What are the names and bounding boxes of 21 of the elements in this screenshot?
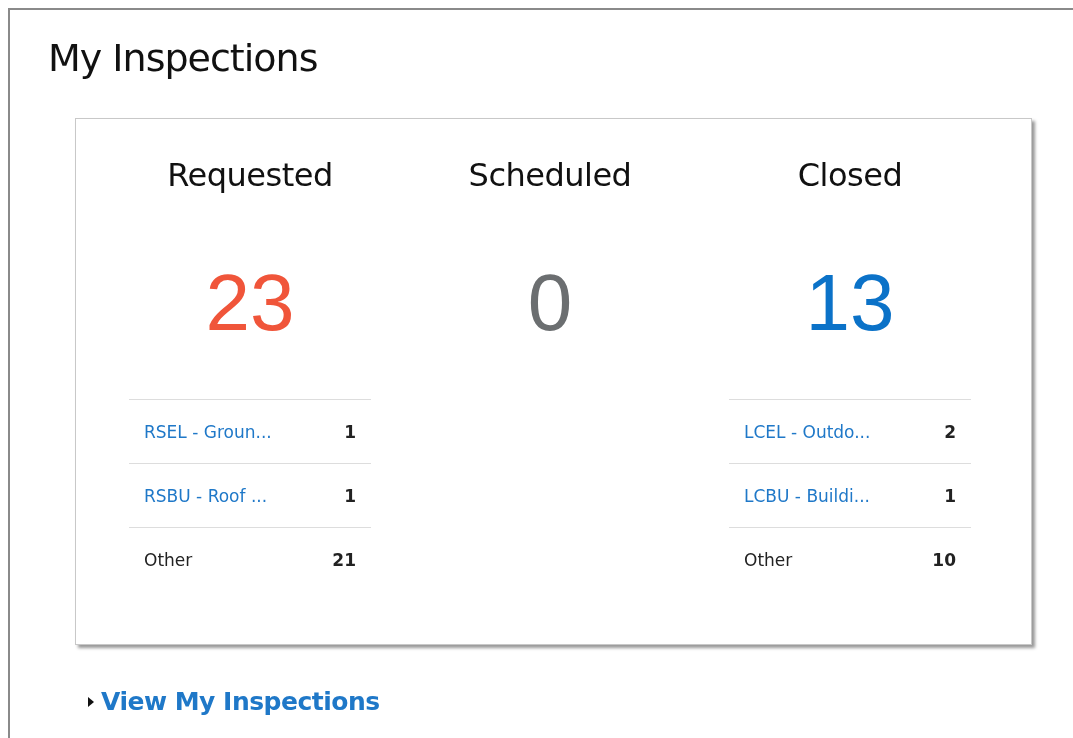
page-title: My Inspections xyxy=(47,35,319,82)
inspection-link[interactable]: RSBU - Roof ... xyxy=(144,485,268,506)
row-count: 1 xyxy=(344,485,356,506)
row-label: Other xyxy=(144,549,193,570)
view-inspections-link[interactable]: View My Inspections xyxy=(101,687,380,716)
column-heading: Requested xyxy=(167,155,333,195)
inspection-link[interactable]: LCEL - Outdo... xyxy=(744,421,871,442)
row-label: Other xyxy=(744,549,793,570)
row-count: 10 xyxy=(932,549,956,570)
column-heading: Scheduled xyxy=(468,155,632,195)
row-count: 21 xyxy=(332,549,356,570)
count-number: 23 xyxy=(205,257,295,349)
row-count: 1 xyxy=(344,421,356,442)
inspection-link[interactable]: LCBU - Buildi... xyxy=(744,485,870,506)
count-number: 0 xyxy=(527,257,573,349)
column-heading: Closed xyxy=(797,155,903,195)
inspection-link[interactable]: RSEL - Groun... xyxy=(144,421,272,442)
row-count: 2 xyxy=(944,421,956,442)
row-count: 1 xyxy=(944,485,956,506)
count-number: 13 xyxy=(805,257,895,349)
caret-icon[interactable] xyxy=(88,696,95,707)
